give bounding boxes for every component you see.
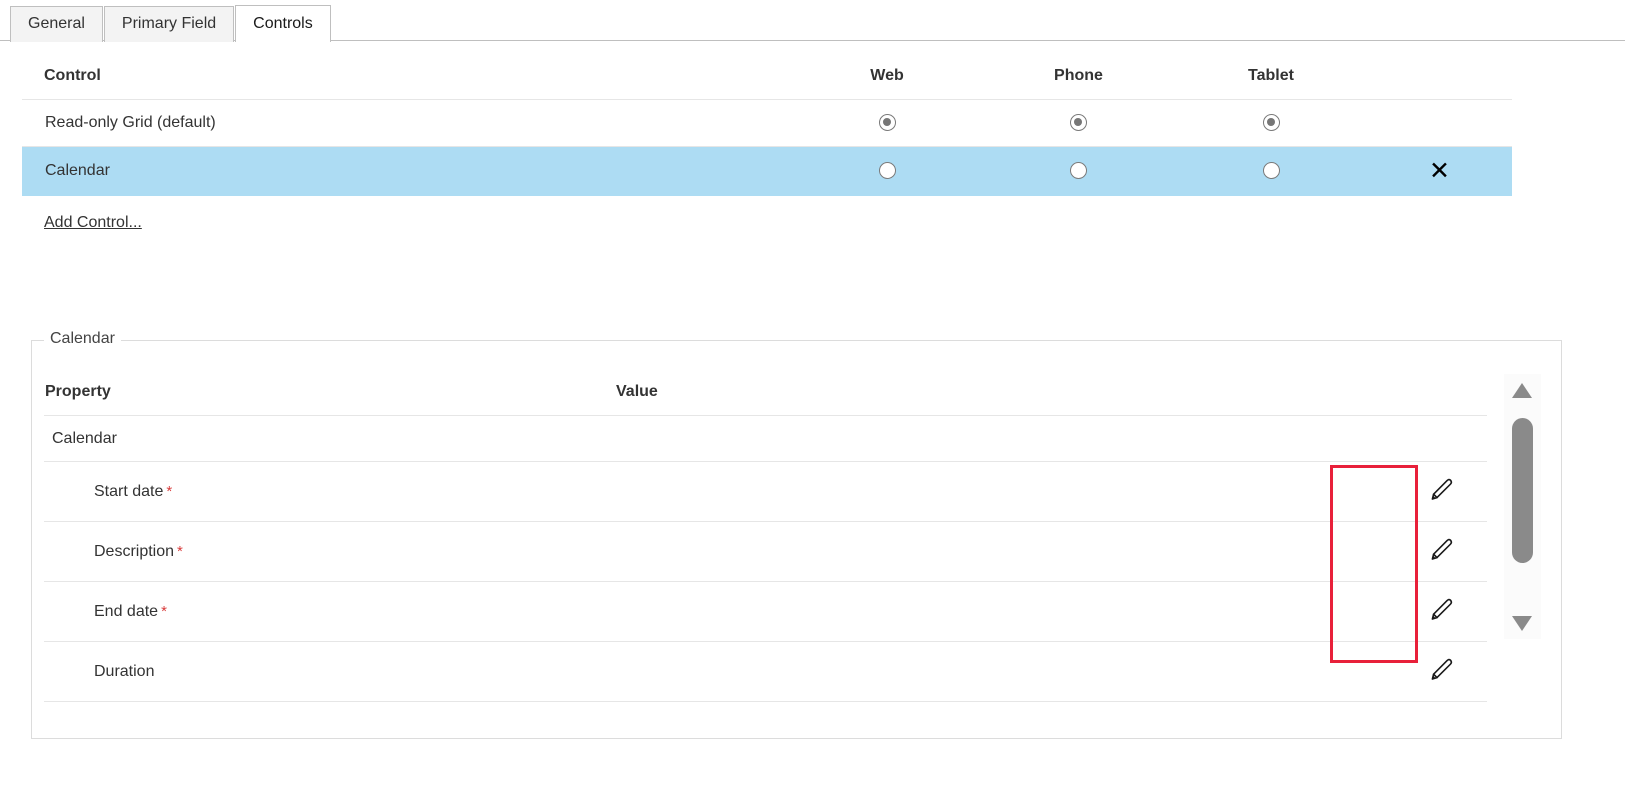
table-row[interactable]: Calendar [44,415,1487,462]
property-label: Description [94,542,175,560]
required-asterisk: * [177,542,183,560]
header-actions [1367,61,1512,100]
property-value-calendar [614,415,1395,462]
radio-cell-phone-calendar[interactable] [982,146,1175,196]
property-edit-cell-calendar [1395,415,1487,462]
scroll-up-arrow-icon[interactable] [1504,376,1541,404]
property-label: Calendar [52,429,117,447]
property-value-duration [614,641,1395,702]
calendar-properties-panel: Calendar Property Value Calendar Start d… [31,330,1562,739]
table-row[interactable]: Start date * [44,461,1487,522]
pencil-icon[interactable] [1426,594,1456,629]
property-name-end-date: End date * [44,581,614,642]
radio-tablet-readonly-grid[interactable] [1262,114,1280,132]
radio-web-readonly-grid[interactable] [878,114,896,132]
table-row[interactable]: Read-only Grid (default) [22,99,1512,147]
properties-vertical-scrollbar[interactable] [1504,374,1541,639]
header-tablet: Tablet [1175,61,1367,100]
tab-primary-field[interactable]: Primary Field [103,6,235,42]
property-label: End date [94,602,159,620]
add-control-link[interactable]: Add Control... [44,214,142,232]
property-edit-cell-duration[interactable] [1395,641,1487,702]
scrollbar-thumb[interactable] [1512,418,1533,563]
header-web: Web [792,61,982,100]
header-value: Value [614,379,1395,416]
tab-strip: General Primary Field Controls [0,0,1625,43]
tab-general-label: General [28,15,85,32]
property-value-end-date [614,581,1395,642]
scroll-down-arrow-icon[interactable] [1504,609,1541,637]
tab-list: General Primary Field Controls [10,5,332,43]
radio-phone-calendar[interactable] [1070,162,1087,180]
tab-general[interactable]: General [10,6,103,42]
tab-primary-field-label: Primary Field [121,15,217,32]
property-label: Start date [94,482,164,500]
tab-controls[interactable]: Controls [235,5,331,43]
radio-cell-tablet-readonly-grid[interactable] [1175,99,1367,147]
property-name-duration: Duration [44,641,614,702]
pencil-icon[interactable] [1426,654,1456,689]
controls-table: Control Web Phone Tablet Read-only Grid … [22,61,1512,196]
controls-table-header-row: Control Web Phone Tablet [22,61,1512,100]
tab-controls-label: Controls [253,15,313,32]
property-edit-cell-description[interactable] [1395,521,1487,582]
required-asterisk: * [166,482,173,500]
table-row[interactable]: End date * [44,581,1487,642]
property-value-start-date [614,461,1395,522]
properties-header-row: Property Value [44,379,1487,416]
property-value-description [614,521,1395,582]
radio-phone-readonly-grid[interactable] [1070,114,1087,132]
property-edit-cell-end-date[interactable] [1395,581,1487,642]
actions-cell-readonly-grid [1367,99,1512,147]
table-row[interactable]: Duration [44,641,1487,702]
triangle-down-icon [1512,616,1532,631]
radio-cell-tablet-calendar[interactable] [1175,146,1367,196]
close-icon[interactable]: ✕ [1429,158,1450,183]
header-edit [1395,379,1487,416]
radio-cell-web-calendar[interactable] [792,146,982,196]
pencil-icon[interactable] [1426,534,1456,569]
pencil-icon[interactable] [1426,474,1456,509]
control-name-readonly-grid: Read-only Grid (default) [22,99,792,147]
triangle-up-icon [1512,383,1532,398]
table-row[interactable]: Description * [44,521,1487,582]
header-property: Property [44,379,614,416]
table-row[interactable]: Calendar ✕ [22,146,1512,196]
radio-cell-web-readonly-grid[interactable] [792,99,982,147]
property-name-description: Description * [44,521,614,582]
property-edit-cell-start-date[interactable] [1395,461,1487,522]
header-control: Control [22,61,792,100]
radio-tablet-calendar[interactable] [1262,162,1280,180]
radio-cell-phone-readonly-grid[interactable] [982,99,1175,147]
property-name-start-date: Start date * [44,461,614,522]
properties-scroll-region: Property Value Calendar Start date * Des… [32,341,1561,738]
radio-web-calendar[interactable] [878,162,896,180]
property-label: Duration [94,662,155,680]
required-asterisk: * [161,602,167,620]
properties-table: Property Value Calendar Start date * Des… [44,379,1487,702]
actions-cell-calendar[interactable]: ✕ [1367,146,1512,196]
control-name-calendar: Calendar [22,146,792,196]
header-phone: Phone [982,61,1175,100]
property-name-calendar: Calendar [44,415,614,462]
